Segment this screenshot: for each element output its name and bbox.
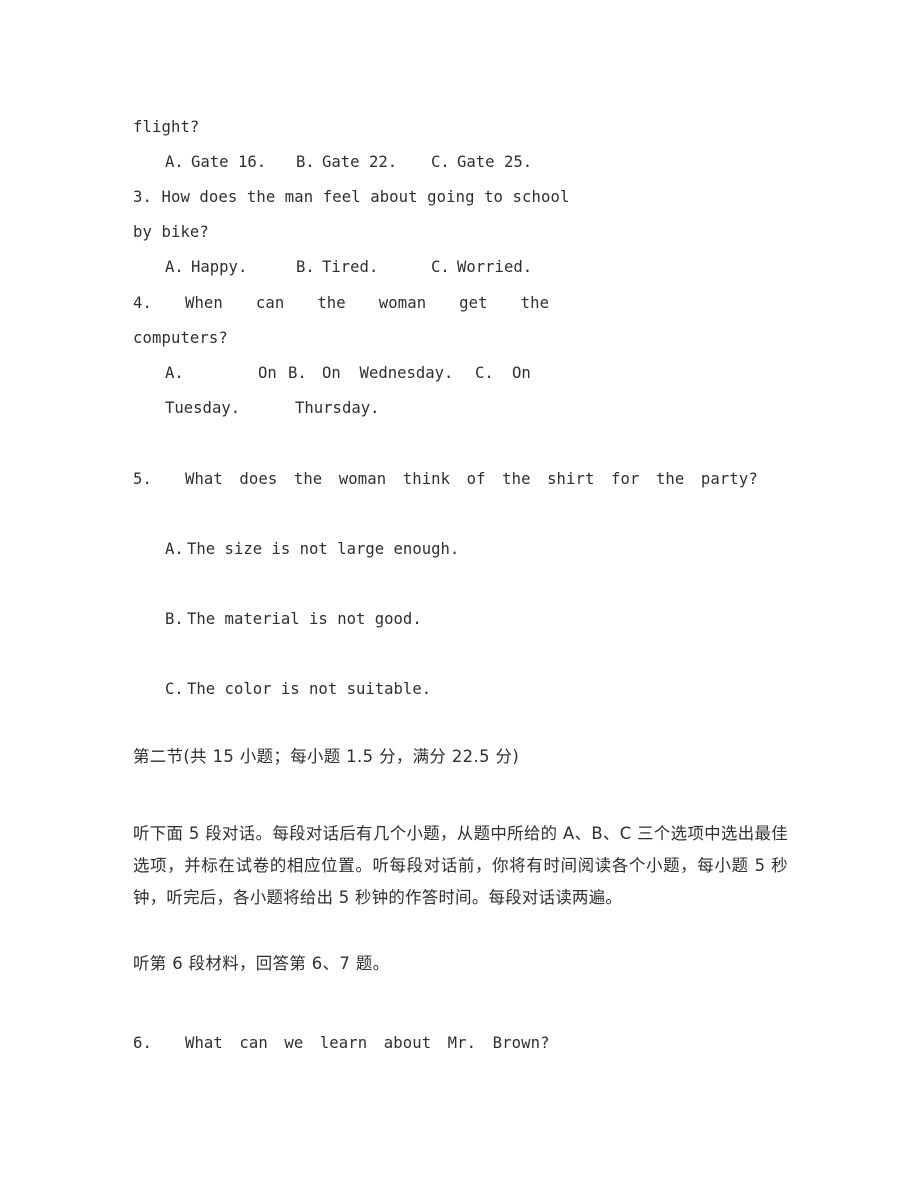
question-2-stem-continuation: flight? <box>133 118 200 136</box>
question-6-stem: 6. What can we learn about Mr. Brown? <box>133 1034 550 1052</box>
option-a-label: A. <box>165 153 184 171</box>
option-a-text[interactable]: The size is not large enough. <box>187 541 459 558</box>
option-c-label: C. <box>431 258 450 276</box>
option-a-label: A. <box>165 540 184 558</box>
question-5-option-c[interactable]: C. The color is not suitable. <box>165 680 805 704</box>
option-b-label: B. <box>296 258 315 276</box>
option-a-label: A. <box>165 258 184 276</box>
question-4-options-row-2: Tuesday. Thursday. <box>165 400 805 423</box>
material-cue-6-7: 听第 6 段材料，回答第 6、7 题。 <box>133 954 390 973</box>
question-5-option-b[interactable]: B. The material is not good. <box>165 610 805 634</box>
option-b-text[interactable]: Tired. <box>322 259 378 276</box>
option-c-text-part[interactable]: On <box>512 365 531 382</box>
option-a-text-part[interactable]: On <box>258 365 277 382</box>
option-a-text[interactable]: Happy. <box>191 259 247 276</box>
option-c-label: C. <box>475 364 494 382</box>
option-b-label: B. <box>165 610 184 628</box>
option-b-text[interactable]: On Wednesday. <box>322 365 453 382</box>
question-2-options: A. Gate 16. B. Gate 22. C. Gate 25. <box>165 153 805 177</box>
question-3-stem-line-1: 3. How does the man feel about going to … <box>133 188 570 206</box>
question-3-stem-line-2: by bike? <box>133 223 209 241</box>
question-3-options: A. Happy. B. Tired. C. Worried. <box>165 258 805 282</box>
question-4-options-row-1: A. On B. On Wednesday. C. On <box>165 364 805 388</box>
question-4-stem-line-2: computers? <box>133 329 228 347</box>
option-a-text[interactable]: Gate 16. <box>191 154 266 171</box>
question-5-option-a[interactable]: A. The size is not large enough. <box>165 540 805 564</box>
option-c-text[interactable]: Worried. <box>457 259 532 276</box>
exam-page: flight? A. Gate 16. B. Gate 22. C. Gate … <box>0 0 920 1192</box>
option-b-label: B. <box>288 364 307 382</box>
option-c-label: C. <box>165 680 184 698</box>
option-a-label: A. <box>165 364 184 382</box>
option-c-text[interactable]: The color is not suitable. <box>187 681 431 698</box>
option-b-label: B. <box>296 153 315 171</box>
option-a-text-part-2[interactable]: Tuesday. <box>165 400 240 417</box>
option-c-text[interactable]: Gate 25. <box>457 154 532 171</box>
section-heading: 第二节(共 15 小题；每小题 1.5 分，满分 22.5 分) <box>133 747 520 766</box>
option-c-text-part-2[interactable]: Thursday. <box>295 400 380 417</box>
question-5-stem: 5. What does the woman think of the shir… <box>133 470 758 488</box>
option-b-text[interactable]: Gate 22. <box>322 154 397 171</box>
question-4-stem-line-1: 4. When can the woman get the <box>133 294 550 312</box>
option-b-text[interactable]: The material is not good. <box>187 611 422 628</box>
section-instructions: 听下面 5 段对话。每段对话后有几个小题，从题中所给的 A、B、C 三个选项中选… <box>133 824 788 907</box>
option-c-label: C. <box>431 153 450 171</box>
